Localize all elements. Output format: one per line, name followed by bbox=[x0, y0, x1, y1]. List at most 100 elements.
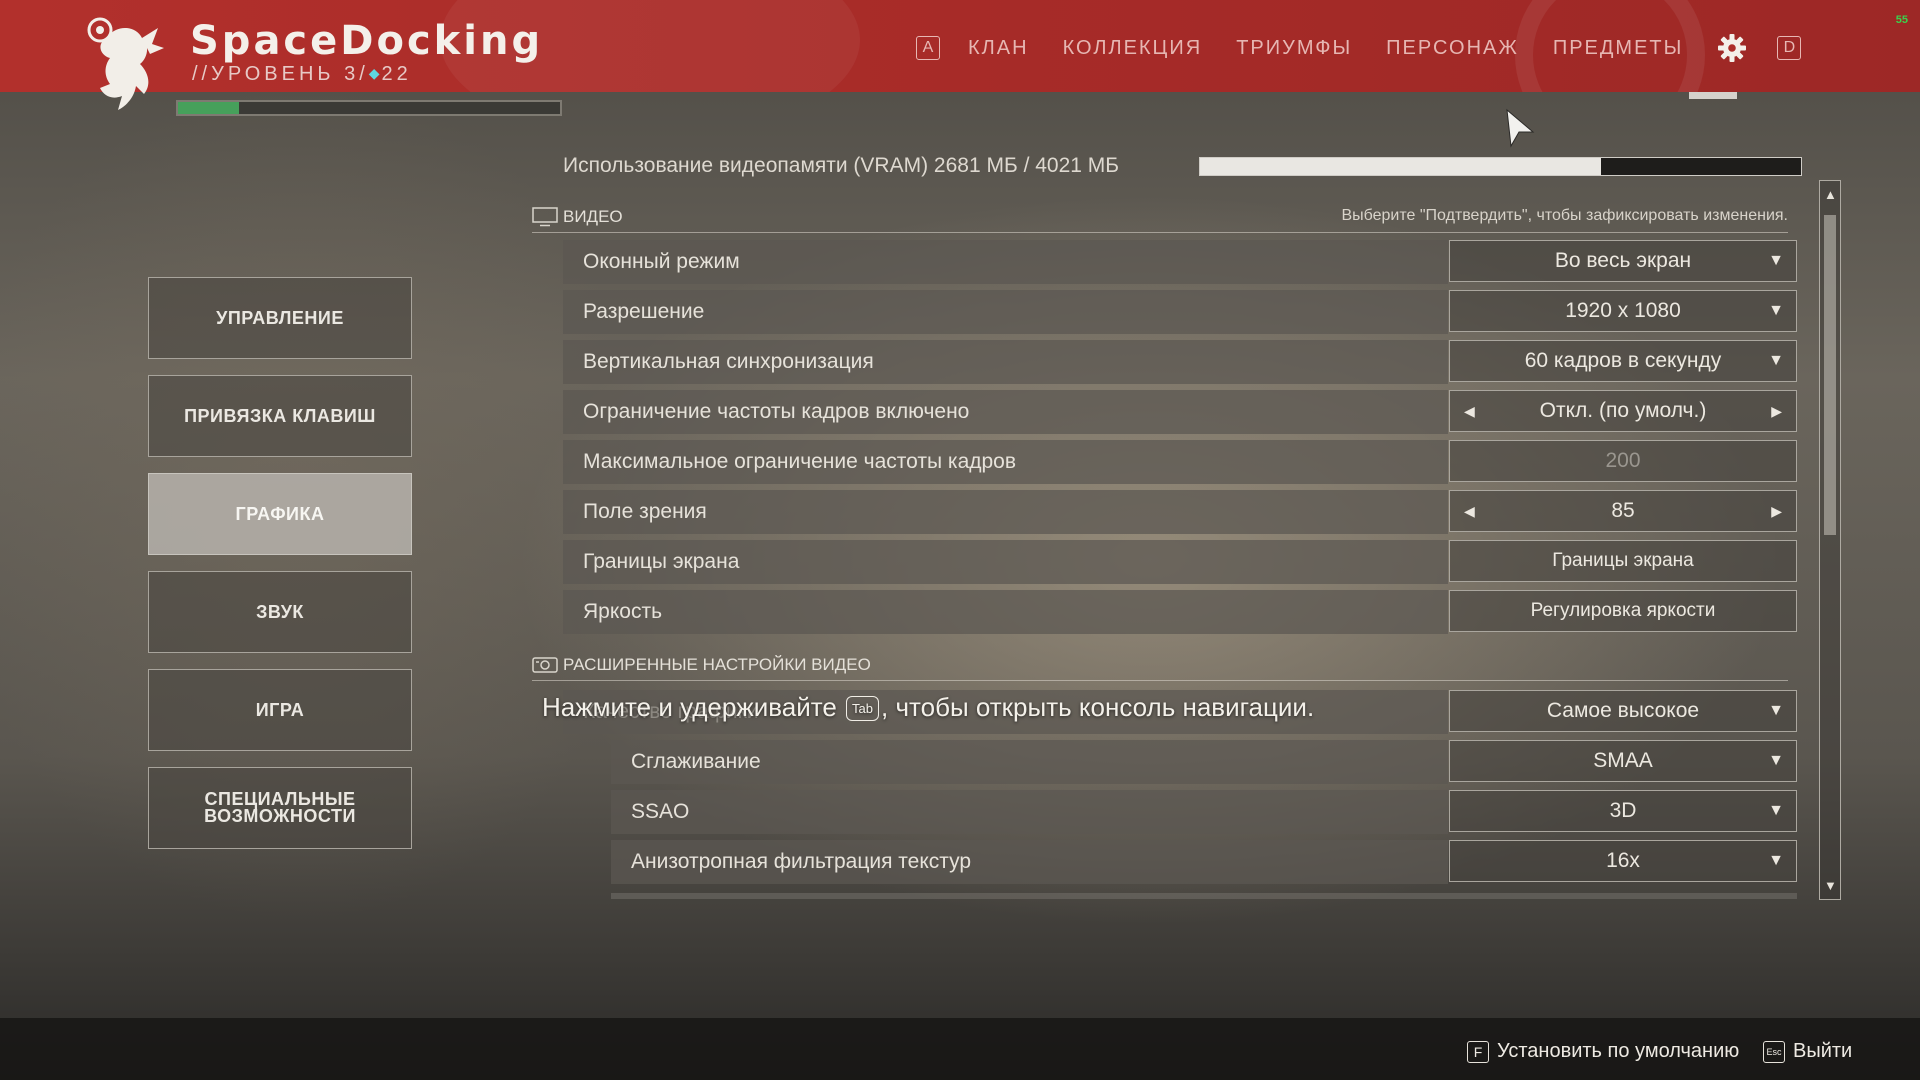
framerate-cap-selector[interactable]: ◀ Откл. (по умолч.) ▶ bbox=[1449, 390, 1797, 432]
sidebar-item-gameplay[interactable]: ИГРА bbox=[148, 669, 412, 751]
setting-label: Поле зрения bbox=[563, 490, 1448, 534]
level-text: //УРОВЕНЬ 3/ bbox=[192, 63, 369, 85]
selector-value: Откл. (по умолч.) bbox=[1539, 399, 1707, 422]
sidebar-item-keybindings[interactable]: ПРИВЯЗКА КЛАВИШ bbox=[148, 375, 412, 457]
setting-label: Оконный режим bbox=[563, 240, 1448, 284]
advanced-video-icon bbox=[532, 657, 558, 673]
clipped-next-row bbox=[611, 893, 1797, 899]
window-mode-dropdown[interactable]: Во весь экран ▼ bbox=[1449, 240, 1797, 282]
screen-bounds-button[interactable]: Границы экрана bbox=[1449, 540, 1797, 582]
resolution-dropdown[interactable]: 1920 x 1080 ▼ bbox=[1449, 290, 1797, 332]
confirm-hint: Выберите "Подтвердить", чтобы зафиксиров… bbox=[1341, 207, 1788, 224]
hint-text-before: Нажмите и удерживайте bbox=[542, 692, 837, 722]
exit-button[interactable]: Esc Выйти bbox=[1763, 1040, 1852, 1063]
reset-defaults-label: Установить по умолчанию bbox=[1497, 1040, 1740, 1062]
dropdown-value: Самое высокое bbox=[1546, 699, 1700, 722]
vram-usage-fill bbox=[1200, 158, 1601, 175]
setting-row-ssao[interactable]: SSAO 3D ▼ bbox=[611, 790, 1797, 834]
setting-row-resolution[interactable]: Разрешение 1920 x 1080 ▼ bbox=[563, 290, 1797, 334]
video-section-header: ВИДЕО Выберите "Подтвердить", чтобы зафи… bbox=[532, 205, 1788, 233]
sidebar-item-graphics[interactable]: ГРАФИКА bbox=[148, 473, 412, 555]
dropdown-value: 16x bbox=[1606, 849, 1640, 872]
dropdown-arrow-icon: ▼ bbox=[1768, 752, 1784, 769]
setting-row-screen-bounds[interactable]: Границы экрана Границы экрана bbox=[563, 540, 1797, 584]
dropdown-arrow-icon: ▼ bbox=[1768, 852, 1784, 869]
setting-label: Максимальное ограничение частоты кадров bbox=[563, 440, 1448, 484]
nav-tab-clan[interactable]: КЛАН bbox=[968, 37, 1029, 60]
settings-gear-icon[interactable] bbox=[1717, 33, 1747, 63]
mouse-cursor-icon bbox=[1506, 108, 1535, 148]
f-key-icon: F bbox=[1467, 1040, 1489, 1063]
arrow-right-icon[interactable]: ▶ bbox=[1771, 403, 1782, 420]
xp-progress-bar bbox=[176, 100, 562, 116]
navigation-console-hint: Нажмите и удерживайте Tab, чтобы открыть… bbox=[542, 692, 1314, 723]
brightness-button[interactable]: Регулировка яркости bbox=[1449, 590, 1797, 632]
scrollbar-thumb[interactable] bbox=[1824, 215, 1836, 535]
clan-emblem-icon bbox=[87, 17, 164, 110]
vram-usage-label: Использование видеопамяти (VRAM) 2681 МБ… bbox=[563, 154, 1120, 177]
tab-key-icon: Tab bbox=[846, 696, 880, 721]
nav-tab-inventory[interactable]: ПРЕДМЕТЫ bbox=[1553, 37, 1684, 60]
setting-row-window-mode[interactable]: Оконный режим Во весь экран ▼ bbox=[563, 240, 1797, 284]
setting-row-antialiasing[interactable]: Сглаживание SMAA ▼ bbox=[611, 740, 1797, 784]
sidebar-item-accessibility[interactable]: СПЕЦИАЛЬНЫЕ ВОЗМОЖНОСТИ bbox=[148, 767, 412, 849]
nav-prev-key-icon[interactable]: A bbox=[916, 36, 940, 60]
anisotropic-filtering-dropdown[interactable]: 16x ▼ bbox=[1449, 840, 1797, 882]
nav-tab-triumphs[interactable]: ТРИУМФЫ bbox=[1236, 37, 1352, 60]
graphics-quality-dropdown[interactable]: Самое высокое ▼ bbox=[1449, 690, 1797, 732]
scroll-down-icon[interactable]: ▼ bbox=[1824, 878, 1837, 893]
setting-row-max-framerate: Максимальное ограничение частоты кадров … bbox=[563, 440, 1797, 484]
setting-row-anisotropic-filtering[interactable]: Анизотропная фильтрация текстур 16x ▼ bbox=[611, 840, 1797, 884]
rank-diamond-icon: ◆ bbox=[368, 65, 382, 81]
dropdown-arrow-icon: ▼ bbox=[1768, 352, 1784, 369]
setting-row-brightness[interactable]: Яркость Регулировка яркости bbox=[563, 590, 1797, 634]
exit-label: Выйти bbox=[1793, 1040, 1853, 1062]
dropdown-value: Во весь экран bbox=[1554, 249, 1692, 272]
dropdown-arrow-icon: ▼ bbox=[1768, 302, 1784, 319]
setting-row-vsync[interactable]: Вертикальная синхронизация 60 кадров в с… bbox=[563, 340, 1797, 384]
setting-label: Вертикальная синхронизация bbox=[563, 340, 1448, 384]
arrow-right-icon[interactable]: ▶ bbox=[1771, 503, 1782, 520]
arrow-left-icon[interactable]: ◀ bbox=[1464, 503, 1475, 520]
sidebar-item-sound[interactable]: ЗВУК bbox=[148, 571, 412, 653]
esc-key-icon: Esc bbox=[1763, 1040, 1785, 1063]
dropdown-value: SMAA bbox=[1593, 749, 1653, 772]
advanced-video-section-title: РАСШИРЕННЫЕ НАСТРОЙКИ ВИДЕО bbox=[563, 655, 871, 674]
settings-sidebar: УПРАВЛЕНИЕ ПРИВЯЗКА КЛАВИШ ГРАФИКА ЗВУК … bbox=[148, 277, 412, 865]
rank-value: 22 bbox=[381, 63, 412, 85]
top-navigation: A КЛАН КОЛЛЕКЦИЯ ТРИУМФЫ ПЕРСОНАЖ ПРЕДМЕ… bbox=[916, 28, 1802, 68]
setting-label: Анизотропная фильтрация текстур bbox=[611, 840, 1448, 884]
ssao-dropdown[interactable]: 3D ▼ bbox=[1449, 790, 1797, 832]
advanced-video-section-header: РАСШИРЕННЫЕ НАСТРОЙКИ ВИДЕО bbox=[532, 653, 1788, 681]
sidebar-item-controls[interactable]: УПРАВЛЕНИЕ bbox=[148, 277, 412, 359]
fov-selector[interactable]: ◀ 85 ▶ bbox=[1449, 490, 1797, 532]
fps-counter: 55 bbox=[1895, 14, 1908, 26]
dropdown-arrow-icon: ▼ bbox=[1768, 252, 1784, 269]
antialiasing-dropdown[interactable]: SMAA ▼ bbox=[1449, 740, 1797, 782]
vsync-dropdown[interactable]: 60 кадров в секунду ▼ bbox=[1449, 340, 1797, 382]
setting-label: SSAO bbox=[611, 790, 1448, 834]
selector-value: 85 bbox=[1611, 499, 1635, 522]
player-name: SpaceDocking bbox=[190, 18, 544, 64]
nav-tab-character[interactable]: ПЕРСОНАЖ bbox=[1386, 37, 1519, 60]
setting-label: Границы экрана bbox=[563, 540, 1448, 584]
setting-row-framerate-cap-enabled[interactable]: Ограничение частоты кадров включено ◀ От… bbox=[563, 390, 1797, 434]
max-framerate-value: 200 bbox=[1449, 440, 1797, 482]
nav-next-key-icon[interactable]: D bbox=[1777, 36, 1802, 60]
setting-row-field-of-view[interactable]: Поле зрения ◀ 85 ▶ bbox=[563, 490, 1797, 534]
reset-defaults-button[interactable]: F Установить по умолчанию bbox=[1467, 1040, 1739, 1063]
dropdown-value: 1920 x 1080 bbox=[1565, 299, 1681, 322]
arrow-left-icon[interactable]: ◀ bbox=[1464, 403, 1475, 420]
dropdown-value: 3D bbox=[1609, 799, 1637, 822]
dropdown-value: 60 кадров в секунду bbox=[1524, 349, 1722, 372]
xp-progress-fill bbox=[178, 102, 240, 114]
scroll-up-icon[interactable]: ▲ bbox=[1824, 187, 1837, 202]
nav-tab-collection[interactable]: КОЛЛЕКЦИЯ bbox=[1063, 37, 1203, 60]
setting-label: Сглаживание bbox=[611, 740, 1448, 784]
dropdown-arrow-icon: ▼ bbox=[1768, 702, 1784, 719]
setting-label: Ограничение частоты кадров включено bbox=[563, 390, 1448, 434]
setting-label: Разрешение bbox=[563, 290, 1448, 334]
setting-label: Яркость bbox=[563, 590, 1448, 634]
settings-scrollbar[interactable]: ▲ ▼ bbox=[1819, 180, 1841, 900]
monitor-icon bbox=[532, 207, 558, 227]
